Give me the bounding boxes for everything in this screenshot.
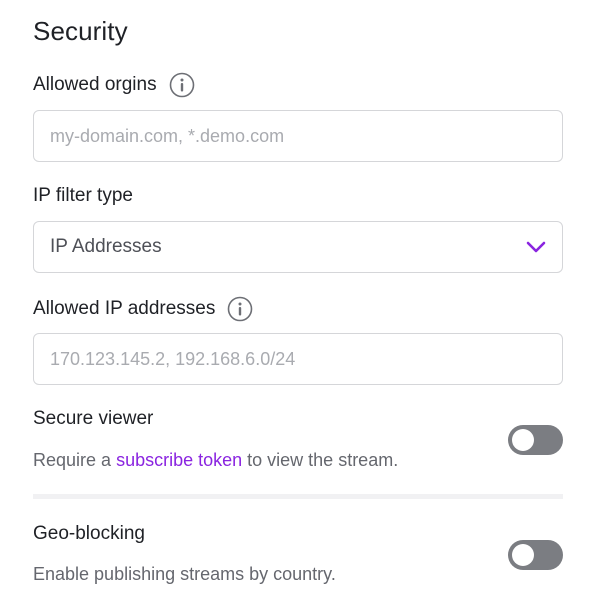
secure-viewer-description: Require a subscribe token to view the st…: [33, 448, 398, 472]
info-icon[interactable]: [227, 296, 253, 322]
allowed-ip-label-row: Allowed IP addresses: [33, 296, 253, 322]
ip-filter-type-value: IP Addresses: [50, 236, 162, 257]
allowed-ip-input[interactable]: [33, 333, 563, 385]
allowed-origins-label-row: Allowed orgins: [33, 72, 195, 98]
toggle-knob: [512, 544, 534, 566]
geo-blocking-description: Enable publishing streams by country.: [33, 564, 336, 584]
secure-viewer-desc-prefix: Require a: [33, 450, 117, 470]
ip-filter-type-select[interactable]: IP Addresses: [33, 221, 563, 273]
divider: [33, 494, 563, 499]
geo-blocking-toggle[interactable]: [508, 540, 563, 570]
ip-filter-type-label: IP filter type: [33, 185, 133, 206]
security-panel: Security Allowed orgins IP filter type I…: [0, 0, 598, 598]
secure-viewer-toggle[interactable]: [508, 425, 563, 455]
subscribe-token-link[interactable]: subscribe token: [116, 450, 242, 470]
secure-viewer-title: Secure viewer: [33, 408, 154, 429]
allowed-origins-label: Allowed orgins: [33, 74, 157, 95]
ip-filter-type-label-row: IP filter type: [33, 184, 133, 208]
toggle-knob: [512, 429, 534, 451]
geo-blocking-title: Geo-blocking: [33, 523, 145, 544]
allowed-ip-label: Allowed IP addresses: [33, 298, 216, 319]
section-title: Security: [33, 16, 128, 46]
chevron-down-icon: [526, 240, 546, 254]
info-icon[interactable]: [169, 72, 195, 98]
secure-viewer-desc-suffix: to view the stream.: [242, 450, 399, 470]
allowed-origins-input[interactable]: [33, 110, 563, 162]
